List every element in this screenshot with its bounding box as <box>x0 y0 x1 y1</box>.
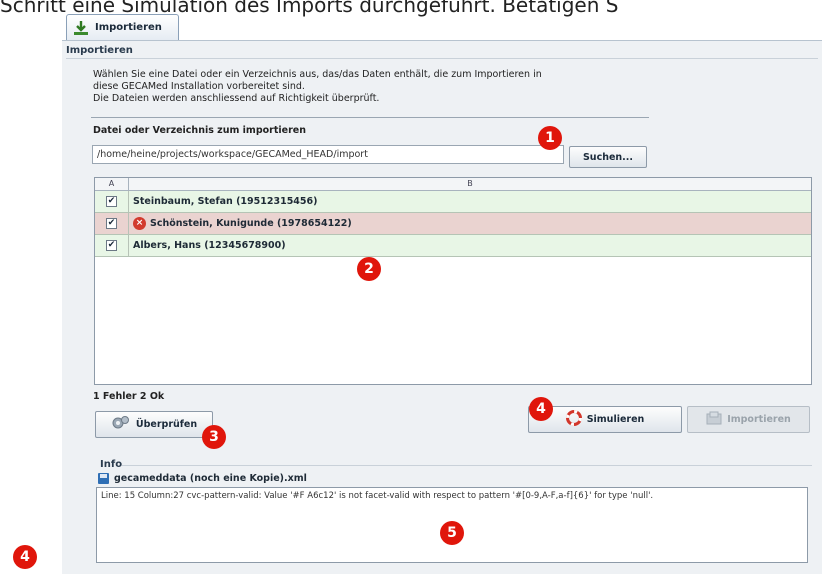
gear-icon <box>111 415 131 434</box>
row-name: Albers, Hans (12345678900) <box>133 240 286 251</box>
error-icon: × <box>133 217 146 230</box>
import-button-label: Importieren <box>727 414 791 425</box>
description-line: Die Dateien werden anschliessend auf Ric… <box>93 93 380 104</box>
info-divider <box>122 465 812 466</box>
tab-label: Importieren <box>95 22 162 33</box>
path-input[interactable] <box>92 145 564 164</box>
description-divider <box>91 117 649 118</box>
row-checkbox[interactable]: ✔ <box>106 196 117 207</box>
table-row[interactable]: ✔ Steinbaum, Stefan (19512315456) <box>95 191 811 213</box>
check-button[interactable]: Überprüfen <box>95 411 213 438</box>
check-button-label: Überprüfen <box>135 419 198 430</box>
column-header-b[interactable]: B <box>129 178 811 190</box>
row-name: Steinbaum, Stefan (19512315456) <box>133 196 318 207</box>
path-label: Datei oder Verzeichnis zum importieren <box>93 125 306 136</box>
annotation-badge: 5 <box>440 521 464 545</box>
annotation-badge: 2 <box>357 257 381 281</box>
import-icon <box>706 411 722 428</box>
search-button[interactable]: Suchen... <box>569 146 647 168</box>
info-title: Info <box>100 459 123 470</box>
patient-table: A B ✔ Steinbaum, Stefan (19512315456) ✔ … <box>94 177 812 385</box>
row-checkbox[interactable]: ✔ <box>106 240 117 251</box>
info-file: gecameddata (noch eine Kopie).xml <box>98 473 307 484</box>
description-line: diese GECAMed Installation vorbereitet s… <box>93 81 305 92</box>
simulate-button-label: Simulieren <box>586 414 645 425</box>
group-divider <box>66 58 818 59</box>
import-panel: Importieren Wählen Sie eine Datei oder e… <box>62 40 822 574</box>
table-row[interactable]: ✔ Albers, Hans (12345678900) <box>95 235 811 257</box>
annotation-badge: 1 <box>538 126 562 150</box>
import-download-icon <box>73 20 89 36</box>
row-checkbox[interactable]: ✔ <box>106 218 117 229</box>
description: Wählen Sie eine Datei oder ein Verzeichn… <box>93 69 542 105</box>
import-button[interactable]: Importieren <box>687 406 810 433</box>
info-file-name: gecameddata (noch eine Kopie).xml <box>114 473 307 484</box>
row-name: Schönstein, Kunigunde (1978654122) <box>150 218 352 229</box>
table-header: A B <box>95 178 811 191</box>
tab-importieren[interactable]: Importieren <box>66 14 179 40</box>
description-line: Wählen Sie eine Datei oder ein Verzeichn… <box>93 69 542 80</box>
status-summary: 1 Fehler 2 Ok <box>93 391 165 402</box>
group-title: Importieren <box>66 45 133 56</box>
column-header-a[interactable]: A <box>95 178 129 190</box>
table-row[interactable]: ✔ × Schönstein, Kunigunde (1978654122) <box>95 213 811 235</box>
annotation-badge: 4 <box>13 545 37 569</box>
annotation-badge: 3 <box>202 425 226 449</box>
annotation-badge: 4 <box>529 397 553 421</box>
lifebuoy-icon <box>565 410 582 429</box>
disk-icon <box>98 473 109 484</box>
